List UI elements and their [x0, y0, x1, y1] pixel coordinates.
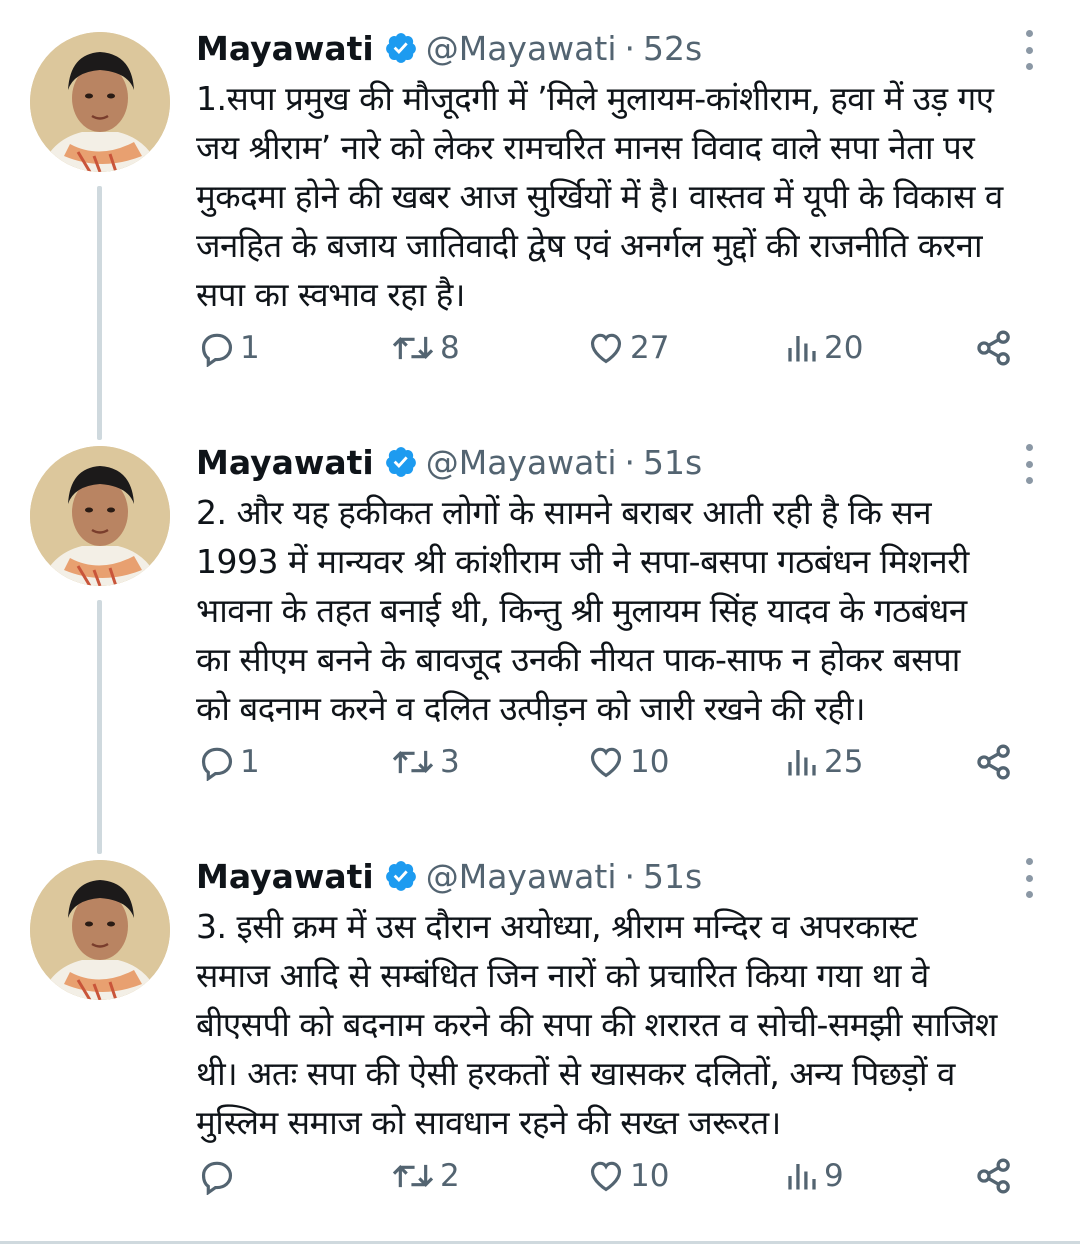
more-options-icon[interactable]: [1018, 30, 1040, 70]
avatar[interactable]: [30, 860, 170, 1000]
author-handle[interactable]: @Mayawati: [426, 857, 617, 896]
tweet[interactable]: Mayawati @Mayawati · 51s 3. इसी क्रम में…: [0, 828, 1080, 1242]
reply-count: 1: [240, 744, 260, 780]
verified-badge-icon: [384, 445, 418, 479]
retweet-icon: [392, 336, 434, 360]
verified-badge-icon: [384, 31, 418, 65]
tweet-text: 2. और यह हकीकत लोगों के सामने बराबर आती …: [196, 493, 969, 728]
tweet-timestamp[interactable]: 52s: [643, 29, 702, 68]
reply-icon: [201, 333, 233, 367]
more-options-icon[interactable]: [1018, 444, 1040, 484]
tweet-text: 1.सपा प्रमुख की मौजूदगी में ’मिले मुलायम…: [196, 79, 1003, 314]
tweet-actions: 2 10 9: [0, 1148, 1080, 1204]
like-count: 10: [630, 1158, 670, 1194]
retweet-button[interactable]: 3: [390, 734, 460, 790]
reply-count: 1: [240, 330, 260, 366]
retweet-button[interactable]: 8: [390, 320, 460, 376]
views-count: 20: [824, 330, 864, 366]
tweet-header: Mayawati @Mayawati · 51s: [196, 854, 702, 898]
share-icon: [977, 1158, 1010, 1194]
share-icon: [977, 744, 1010, 780]
tweet-actions: 1 3 10 25: [0, 734, 1080, 790]
retweet-icon: [392, 750, 434, 774]
retweet-icon: [392, 1164, 434, 1188]
tweet-header: Mayawati @Mayawati · 52s: [196, 26, 702, 70]
reply-icon: [201, 1161, 233, 1195]
reply-button[interactable]: 1: [198, 320, 260, 376]
views-button[interactable]: 9: [784, 1148, 844, 1204]
author-name[interactable]: Mayawati: [196, 29, 374, 68]
views-button[interactable]: 20: [784, 320, 863, 376]
like-button[interactable]: 10: [586, 1148, 669, 1204]
separator-dot: ·: [624, 28, 635, 68]
reply-button[interactable]: 1: [198, 734, 260, 790]
retweet-button[interactable]: 2: [390, 1148, 460, 1204]
tweet[interactable]: Mayawati @Mayawati · 52s 1.सपा प्रमुख की…: [0, 0, 1080, 414]
views-icon: [788, 336, 816, 362]
verified-badge-icon: [384, 859, 418, 893]
tweet-actions: 1 8 27 20: [0, 320, 1080, 376]
retweet-count: 8: [440, 330, 460, 366]
separator-dot: ·: [624, 856, 635, 896]
like-count: 27: [630, 330, 670, 366]
retweet-count: 2: [440, 1158, 460, 1194]
avatar[interactable]: [30, 32, 170, 172]
heart-icon: [590, 747, 622, 778]
heart-icon: [590, 1161, 622, 1192]
views-icon: [788, 750, 816, 776]
share-button[interactable]: [974, 1148, 1014, 1204]
views-count: 25: [824, 744, 864, 780]
tweet-timestamp[interactable]: 51s: [643, 857, 702, 896]
views-count: 9: [824, 1158, 844, 1194]
more-options-icon[interactable]: [1018, 858, 1040, 898]
share-button[interactable]: [974, 320, 1014, 376]
like-count: 10: [630, 744, 670, 780]
retweet-count: 3: [440, 744, 460, 780]
share-button[interactable]: [974, 734, 1014, 790]
tweet[interactable]: Mayawati @Mayawati · 51s 2. और यह हकीकत …: [0, 414, 1080, 828]
author-handle[interactable]: @Mayawati: [426, 29, 617, 68]
author-handle[interactable]: @Mayawati: [426, 443, 617, 482]
author-name[interactable]: Mayawati: [196, 857, 374, 896]
heart-icon: [590, 333, 622, 364]
views-icon: [788, 1164, 816, 1190]
avatar[interactable]: [30, 446, 170, 586]
reply-icon: [201, 747, 233, 781]
reply-button[interactable]: [198, 1148, 240, 1204]
views-button[interactable]: 25: [784, 734, 863, 790]
like-button[interactable]: 27: [586, 320, 669, 376]
tweet-timestamp[interactable]: 51s: [643, 443, 702, 482]
share-icon: [977, 330, 1010, 366]
tweet-header: Mayawati @Mayawati · 51s: [196, 440, 702, 484]
separator-dot: ·: [624, 442, 635, 482]
tweet-text: 3. इसी क्रम में उस दौरान अयोध्या, श्रीरा…: [196, 907, 997, 1142]
like-button[interactable]: 10: [586, 734, 669, 790]
author-name[interactable]: Mayawati: [196, 443, 374, 482]
